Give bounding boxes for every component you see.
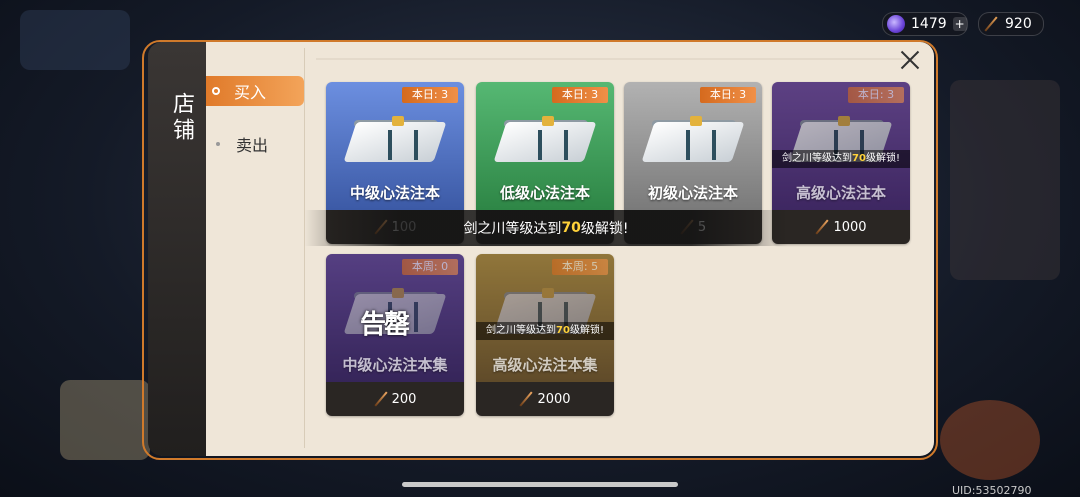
- brush-currency: 920: [978, 12, 1044, 36]
- brush-amount: 920: [1005, 16, 1032, 32]
- brush-icon: [815, 220, 829, 234]
- purchase-limit-badge: 本周: 5: [552, 259, 608, 275]
- scroll-icon: [641, 112, 745, 168]
- unlock-requirement: 剑之川等级达到70级解锁!: [772, 150, 910, 168]
- home-indicator[interactable]: [402, 482, 678, 487]
- item-name: 低级心法注本: [499, 184, 590, 202]
- item-price: 200: [326, 382, 464, 416]
- item-name: 中级心法注本集: [342, 356, 448, 374]
- price-value: 200: [391, 391, 417, 407]
- purchase-limit-badge: 本日: 3: [700, 87, 756, 103]
- purchase-limit-badge: 本日: 3: [402, 87, 458, 103]
- sold-out-seal: 告罄: [360, 310, 410, 340]
- background-decoration: [60, 380, 150, 460]
- tab-indicator-icon: [216, 142, 220, 146]
- top-ornament-line: [316, 58, 916, 60]
- shop-item-card[interactable]: 本周: 5 剑之川等级达到70级解锁! 高级心法注本集 2000: [476, 254, 614, 416]
- background-decoration: [20, 10, 130, 70]
- item-name: 高级心法注本集: [492, 356, 598, 374]
- tab-buy[interactable]: 买入: [206, 76, 304, 106]
- brush-icon: [374, 392, 388, 406]
- gem-currency[interactable]: 1479 +: [882, 12, 968, 36]
- scroll-icon: [493, 112, 597, 168]
- price-value: 1000: [833, 219, 867, 235]
- gem-icon: [887, 15, 905, 33]
- shop-item-card[interactable]: 告罄 本周: 0 中级心法注本集 200: [326, 254, 464, 416]
- tab-sell[interactable]: 卖出: [206, 132, 304, 156]
- background-decoration: [950, 80, 1060, 280]
- item-price: 1000: [772, 210, 910, 244]
- close-icon[interactable]: [898, 48, 922, 72]
- tab-sell-label: 卖出: [236, 136, 269, 155]
- purchase-limit-badge: 本日: 3: [552, 87, 608, 103]
- brush-icon: [983, 16, 999, 32]
- shop-item-card[interactable]: 本日: 3 剑之川等级达到70级解锁! 高级心法注本 1000: [772, 82, 910, 244]
- tab-buy-label: 买入: [234, 83, 267, 102]
- add-gem-button[interactable]: +: [952, 17, 967, 31]
- unlock-requirement: 剑之川等级达到70级解锁!: [476, 322, 614, 340]
- background-decoration: [940, 400, 1040, 480]
- unlock-banner: 剑之川等级达到 70 级解锁!: [304, 210, 788, 246]
- item-name: 初级心法注本: [647, 184, 738, 202]
- price-value: 2000: [537, 391, 571, 407]
- item-name: 高级心法注本: [795, 184, 886, 202]
- brush-icon: [519, 392, 533, 406]
- item-price: 2000: [476, 382, 614, 416]
- user-id: UID:53502790: [952, 484, 1032, 497]
- panel-divider: [304, 48, 305, 448]
- gem-amount: 1479: [911, 16, 947, 32]
- purchase-limit-badge: 本日: 3: [848, 87, 904, 103]
- purchase-limit-badge: 本周: 0: [402, 259, 458, 275]
- tab-indicator-icon: [212, 87, 220, 95]
- item-name: 中级心法注本: [349, 184, 440, 202]
- scroll-icon: [343, 112, 447, 168]
- shop-title: 店铺: [169, 92, 194, 144]
